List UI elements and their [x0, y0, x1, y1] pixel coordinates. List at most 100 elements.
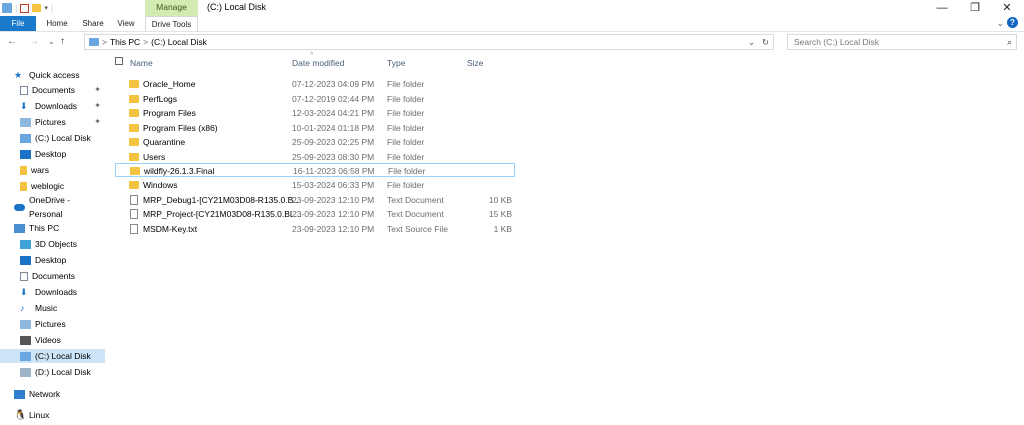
- sidebar-item-onedrive[interactable]: OneDrive - Personal: [0, 195, 105, 219]
- manage-tab[interactable]: Manage: [145, 0, 198, 16]
- documents-icon: [20, 85, 28, 95]
- sidebar-item-weblogic[interactable]: weblogic: [0, 179, 105, 193]
- sidebar-item-label: wars: [31, 165, 49, 175]
- file-row[interactable]: Users 25-09-2023 08:30 PM File folder: [115, 150, 515, 164]
- pictures-icon: [20, 117, 31, 127]
- file-row[interactable]: Quarantine 25-09-2023 02:25 PM File folder: [115, 135, 515, 149]
- file-date: 07-12-2019 02:44 PM: [292, 93, 375, 104]
- forward-button[interactable]: →: [29, 33, 39, 51]
- sidebar-item-desktop[interactable]: Desktop: [0, 253, 105, 267]
- maximize-button[interactable]: ❐: [960, 0, 990, 16]
- sidebar-item-this-pc[interactable]: This PC: [0, 221, 105, 235]
- tab-home[interactable]: Home: [42, 16, 72, 31]
- sidebar-item-pictures-pc[interactable]: Pictures: [0, 317, 105, 331]
- file-row[interactable]: Oracle_Home 07-12-2023 04:09 PM File folde…: [115, 77, 515, 91]
- file-row[interactable]: PerfLogs 07-12-2019 02:44 PM File folder: [115, 92, 515, 106]
- file-row[interactable]: Program Files (x86) 10-01-2024 01:18 PM Fi…: [115, 121, 515, 135]
- file-date: 15-03-2024 06:33 PM: [292, 180, 375, 190]
- sidebar-item-documents[interactable]: Documents ✦: [0, 83, 105, 97]
- column-header-date[interactable]: Date modified: [292, 56, 344, 70]
- file-name: Quarantine: [143, 137, 186, 147]
- sidebar-item-desktop-quick[interactable]: Desktop: [0, 147, 105, 161]
- column-header-type[interactable]: Type: [387, 56, 405, 70]
- pin-icon[interactable]: ✦: [94, 83, 101, 97]
- cloud-icon: [14, 203, 25, 211]
- tab-file[interactable]: File: [0, 16, 36, 31]
- drive-icon: [89, 38, 99, 46]
- pin-icon[interactable]: ✦: [94, 99, 101, 113]
- sidebar-item-wars[interactable]: wars: [0, 163, 105, 177]
- sidebar-item-label: 3D Objects: [35, 239, 78, 249]
- file-date: 12-03-2024 04:21 PM: [292, 108, 375, 118]
- file-date: 23-09-2023 12:10 PM: [292, 194, 375, 205]
- tab-share[interactable]: Share: [78, 16, 108, 31]
- breadcrumb-this-pc[interactable]: This PC: [110, 37, 140, 47]
- up-button[interactable]: ↑: [60, 33, 65, 51]
- documents-icon: [20, 271, 28, 281]
- file-size: 15 KB: [488, 209, 512, 219]
- star-icon: ★: [14, 69, 23, 80]
- file-row[interactable]: MRP_Project-[CY21M03D08-R135.0.BL... 23-0…: [115, 207, 515, 221]
- search-input[interactable]: Search (C:) Local Disk ⌕: [787, 34, 1017, 50]
- text-document-icon: [130, 209, 138, 219]
- file-row[interactable]: MSDM-Key.txt 23-09-2023 12:10 PM Text Sour…: [115, 222, 515, 236]
- drive-icon: [20, 351, 31, 361]
- 3d-objects-icon: [20, 239, 31, 249]
- new-folder-icon[interactable]: [32, 4, 42, 12]
- help-icon[interactable]: ?: [1007, 17, 1018, 28]
- file-size: 10 KB: [488, 194, 512, 205]
- file-name: MSDM-Key.txt: [143, 223, 198, 234]
- sidebar-item-c-drive-quick[interactable]: (C:) Local Disk: [0, 131, 105, 145]
- sidebar-item-videos[interactable]: Videos: [0, 333, 105, 347]
- close-button[interactable]: ✕: [992, 0, 1022, 16]
- sidebar-item-3d-objects[interactable]: 3D Objects: [0, 237, 105, 251]
- refresh-icon[interactable]: ↻: [762, 37, 769, 48]
- tab-drive-tools[interactable]: Drive Tools: [145, 16, 198, 31]
- file-row[interactable]: MRP_Debug1-[CY21M03D08-R135.0.B... 23-09-…: [115, 193, 515, 207]
- folder-icon: [129, 123, 139, 132]
- file-row[interactable]: wildfly-26.1.3.Final 16-11-2023 06:58 PM F…: [115, 163, 515, 177]
- minimize-button[interactable]: —: [927, 0, 957, 16]
- sidebar-item-music[interactable]: ♪ Music: [0, 301, 105, 315]
- pin-icon[interactable]: ✦: [94, 115, 101, 129]
- address-dropdown-icon[interactable]: ⌄: [748, 37, 755, 48]
- drive-icon: [2, 3, 12, 13]
- address-bar[interactable]: > This PC > (C:) Local Disk ⌄ ↻: [84, 34, 774, 50]
- sidebar-item-d-drive[interactable]: (D:) Local Disk: [0, 365, 105, 379]
- sidebar-item-downloads[interactable]: ⬇ Downloads ✦: [0, 99, 105, 113]
- file-row[interactable]: Program Files 12-03-2024 04:21 PM File fol…: [115, 106, 515, 120]
- pictures-icon: [20, 319, 31, 329]
- file-name: MRP_Project-[CY21M03D08-R135.0.BL...: [143, 209, 302, 219]
- file-date: 25-09-2023 02:25 PM: [292, 137, 375, 147]
- back-button[interactable]: ←: [7, 33, 17, 51]
- sidebar-item-quick-access[interactable]: ★ Quick access: [0, 68, 105, 82]
- properties-checkbox-icon[interactable]: [20, 3, 30, 13]
- breadcrumb-separator: >: [143, 37, 149, 47]
- column-header-size[interactable]: Size: [467, 56, 484, 70]
- sidebar-item-pictures[interactable]: Pictures ✦: [0, 115, 105, 129]
- sidebar-item-c-drive[interactable]: (C:) Local Disk: [0, 349, 105, 363]
- column-header-name[interactable]: Name: [130, 56, 153, 70]
- file-row[interactable]: Windows 15-03-2024 06:33 PM File folder: [115, 178, 515, 192]
- folder-icon: [130, 167, 140, 175]
- sidebar-item-network[interactable]: Network: [0, 387, 105, 401]
- desktop-icon: [20, 255, 31, 265]
- expand-ribbon-icon[interactable]: ⌄: [996, 16, 1004, 31]
- recent-locations-button[interactable]: ⌄: [48, 33, 55, 51]
- sidebar-item-label: This PC: [29, 223, 60, 233]
- sidebar-item-label: Desktop: [35, 255, 67, 265]
- ribbon-tabs: File Home Share View Drive Tools: [0, 16, 1024, 32]
- sidebar-item-documents-pc[interactable]: Documents: [0, 269, 105, 283]
- sidebar-item-linux[interactable]: 🐧 Linux: [0, 408, 105, 422]
- breadcrumb-local-disk[interactable]: (C:) Local Disk: [151, 37, 207, 47]
- file-type: File folder: [388, 166, 426, 176]
- downloads-icon: ⬇: [20, 286, 28, 297]
- file-name: wildfly-26.1.3.Final: [144, 166, 215, 176]
- folder-icon: [129, 181, 139, 189]
- tab-view[interactable]: View: [113, 16, 139, 31]
- file-date: 10-01-2024 01:18 PM: [292, 122, 375, 133]
- customize-qat-icon[interactable]: ▾: [44, 4, 48, 12]
- breadcrumb-separator: >: [102, 37, 107, 47]
- sidebar-item-downloads-pc[interactable]: ⬇ Downloads: [0, 285, 105, 299]
- sidebar-item-label: Network: [29, 389, 61, 399]
